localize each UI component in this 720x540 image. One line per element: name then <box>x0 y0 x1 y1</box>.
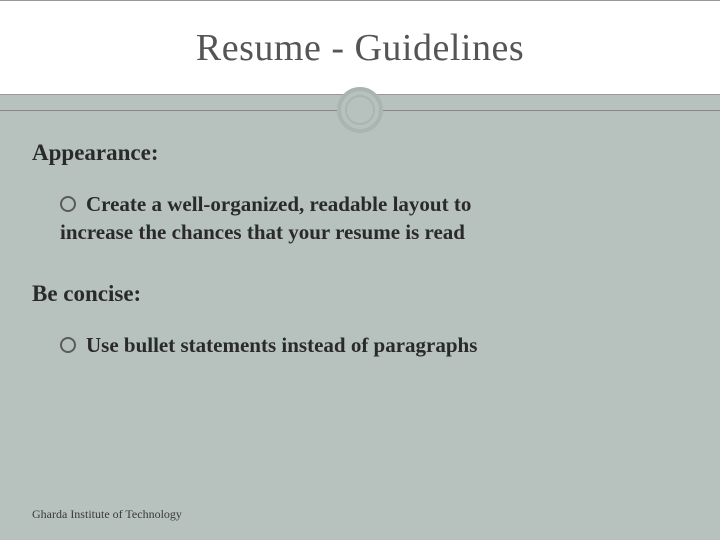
circle-ornament-icon <box>337 87 383 133</box>
section-heading-concise: Be concise: <box>32 281 688 307</box>
bullet-text: Use bullet statements instead of paragra… <box>60 331 688 359</box>
slide-title: Resume - Guidelines <box>196 26 524 70</box>
bullet-block: Use bullet statements instead of paragra… <box>60 331 688 359</box>
content-area: Appearance: Create a well-organized, rea… <box>32 140 688 393</box>
section-heading-appearance: Appearance: <box>32 140 688 166</box>
footer-text: Gharda Institute of Technology <box>32 507 182 522</box>
bullet-block: Create a well-organized, readable layout… <box>60 190 688 247</box>
title-area: Resume - Guidelines <box>0 0 720 95</box>
bullet-text-cont: increase the chances that your resume is… <box>60 218 688 246</box>
bullet-text: Create a well-organized, readable layout… <box>60 190 688 218</box>
